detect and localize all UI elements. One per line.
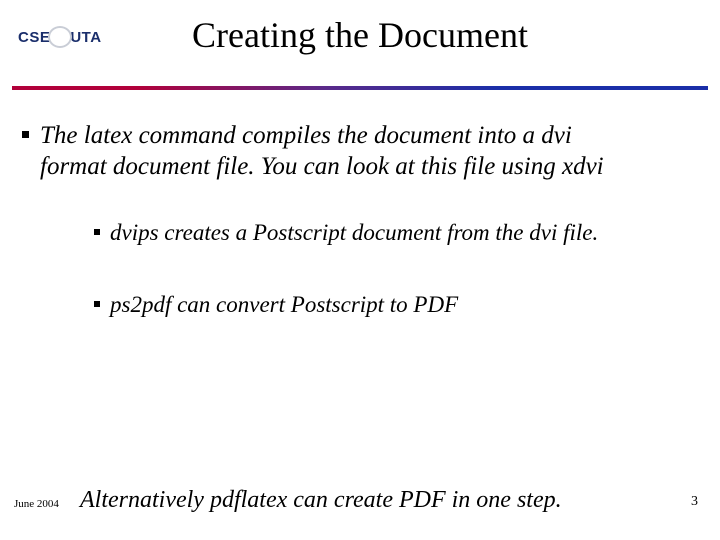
bullet-sub-1: dvips creates a Postscript document from… [94, 219, 622, 248]
slide-title: Creating the Document [0, 14, 720, 56]
body-content: The latex command compiles the document … [22, 120, 622, 364]
last-line: Alternatively pdflatex can create PDF in… [80, 487, 680, 514]
footer-date: June 2004 [14, 498, 59, 510]
bullet-main: The latex command compiles the document … [22, 120, 622, 320]
bullet-sub-2: ps2pdf can convert Postscript to PDF [94, 291, 622, 320]
slide: CSEUTA Creating the Document The latex c… [0, 0, 720, 540]
title-underline [12, 86, 708, 90]
footer-page: 3 [691, 494, 698, 510]
bullet-main-text: The latex command compiles the document … [40, 122, 604, 180]
